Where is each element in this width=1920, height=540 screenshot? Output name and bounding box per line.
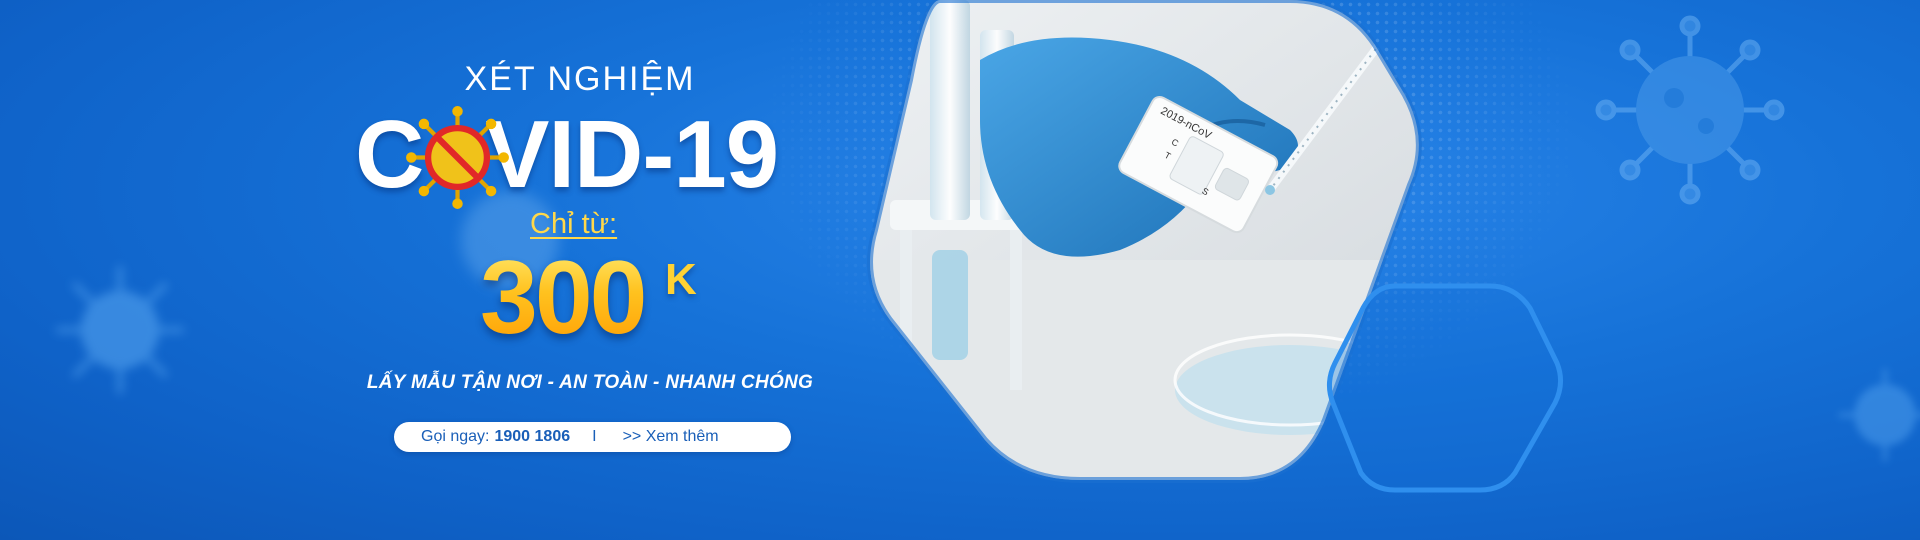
virus-background-icon bbox=[55, 265, 185, 395]
price-from-label: Chỉ từ: bbox=[530, 208, 618, 240]
price-value: 300 bbox=[480, 240, 648, 356]
tagline: LẤY MẪU TẬN NƠI - AN TOÀN - NHANH CHÓNG bbox=[366, 372, 814, 393]
virus-background-icon bbox=[1595, 15, 1785, 205]
covid-test-banner[interactable]: 2019-nCoV C T S XÉT NGHIỆM C VID-19 Chỉ … bbox=[0, 0, 1920, 540]
headline-top: XÉT NGHIỆM bbox=[464, 60, 696, 98]
covid-virus-icon bbox=[406, 106, 509, 209]
phone-number-link[interactable]: 1900 1806 bbox=[494, 428, 570, 446]
call-now-label: Gọi ngay: bbox=[421, 428, 490, 445]
cta-separator: I bbox=[592, 428, 597, 445]
see-more-link[interactable]: >> Xem thêm bbox=[623, 428, 719, 446]
title-rest: VID-19 bbox=[485, 101, 779, 208]
virus-background-icon bbox=[1838, 368, 1920, 462]
decorative-hexagon-outline bbox=[1327, 283, 1563, 493]
cta-bar[interactable]: Gọi ngay: 1900 1806 I >> Xem thêm bbox=[394, 422, 791, 452]
price-unit: K bbox=[665, 255, 697, 304]
